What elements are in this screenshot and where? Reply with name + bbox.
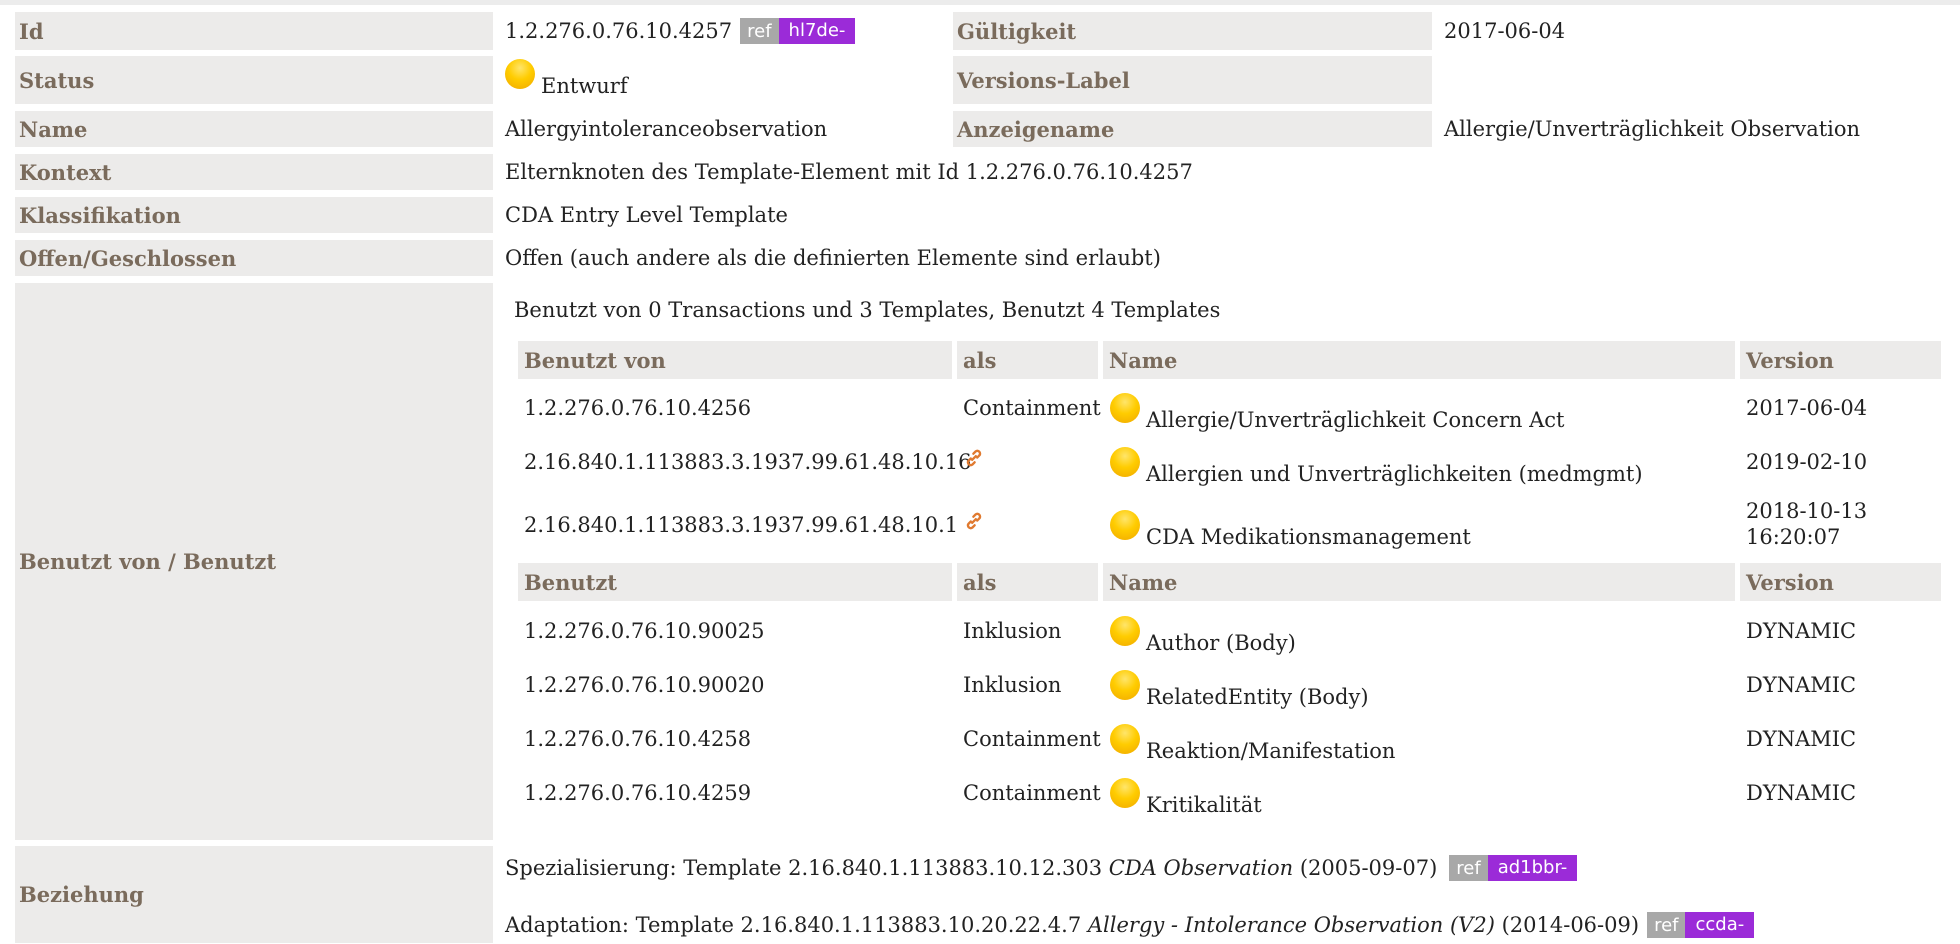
- used-by-id[interactable]: 2.16.840.1.113883.3.1937.99.61.48.10.16: [524, 442, 972, 482]
- used-by-as: Containment: [963, 396, 1101, 420]
- uses-version: DYNAMIC: [1746, 619, 1857, 643]
- header-benutzt: Benutzt: [518, 563, 952, 601]
- used-by-version: 2019-02-10: [1746, 450, 1868, 474]
- anzeigename-value: Allergie/Unverträglichkeit Observation: [1444, 117, 1861, 141]
- prefix-badge[interactable]: ad1bbr-: [1487, 855, 1578, 881]
- yellow-draft-ball-icon: [1110, 778, 1140, 808]
- yellow-draft-ball-icon: [1110, 724, 1140, 754]
- uses-version: DYNAMIC: [1746, 727, 1857, 751]
- relation-specialization: Spezialisierung: Template 2.16.840.1.113…: [505, 849, 1578, 887]
- status-label: Status: [15, 56, 493, 104]
- gueltigkeit-label: Gültigkeit: [953, 12, 1432, 50]
- offen-label: Offen/Geschlossen: [15, 240, 493, 276]
- ref-badge[interactable]: ref: [740, 18, 779, 44]
- uses-version: DYNAMIC: [1746, 781, 1857, 805]
- relation-date: (2014-06-09): [1501, 913, 1640, 937]
- used-by-name-cell[interactable]: CDA Medikationsmanagement: [1110, 505, 1471, 557]
- header-als: als: [957, 341, 1098, 379]
- header-version: Version: [1740, 341, 1941, 379]
- uses-id[interactable]: 1.2.276.0.76.10.4258: [524, 719, 751, 759]
- yellow-draft-ball-icon: [1110, 393, 1140, 423]
- top-border: [0, 0, 1960, 5]
- relation-title[interactable]: Allergy - Intolerance Observation (V2): [1088, 913, 1495, 937]
- uses-as: Inklusion: [963, 619, 1062, 643]
- gueltigkeit-value: 2017-06-04: [1444, 19, 1566, 43]
- uses-name-cell[interactable]: Kritikalität: [1110, 773, 1262, 825]
- id-value: 1.2.276.0.76.10.4257: [505, 19, 733, 43]
- used-by-id[interactable]: 2.16.840.1.113883.3.1937.99.61.48.10.1: [524, 505, 958, 545]
- ref-badge[interactable]: ref: [1647, 912, 1686, 938]
- header-name: Name: [1103, 563, 1735, 601]
- id-label: Id: [15, 12, 493, 50]
- uses-id[interactable]: 1.2.276.0.76.10.90020: [524, 665, 764, 705]
- used-by-version: 2018-10-13: [1746, 499, 1868, 523]
- anzeigename-label: Anzeigename: [953, 111, 1432, 147]
- klassifikation-value: CDA Entry Level Template: [505, 203, 788, 227]
- header-benutzt-von: Benutzt von: [518, 341, 952, 379]
- uses-as: Containment: [963, 727, 1101, 751]
- yellow-draft-ball-icon: [1110, 670, 1140, 700]
- chain-link-icon[interactable]: [963, 438, 985, 478]
- name-label: Name: [15, 111, 493, 147]
- prefix-badge[interactable]: ccda-: [1685, 912, 1755, 938]
- used-by-name: CDA Medikationsmanagement: [1146, 525, 1471, 549]
- klassifikation-label: Klassifikation: [15, 197, 493, 233]
- status-value: Entwurf: [541, 74, 628, 98]
- id-value-cell: 1.2.276.0.76.10.4257 ref hl7de-: [505, 12, 856, 50]
- template-detail-page: Id 1.2.276.0.76.10.4257 ref hl7de- Gültig…: [0, 0, 1960, 943]
- chain-link-icon[interactable]: [963, 501, 985, 541]
- yellow-draft-ball-icon: [1110, 510, 1140, 540]
- uses-name: RelatedEntity (Body): [1146, 685, 1369, 709]
- chain-link-icon-svg: [966, 449, 982, 467]
- uses-name: Reaktion/Manifestation: [1146, 739, 1396, 763]
- uses-name: Kritikalität: [1146, 793, 1262, 817]
- used-by-name-cell[interactable]: Allergie/Unverträglichkeit Concern Act: [1110, 388, 1564, 440]
- beziehung-label: Beziehung: [15, 846, 493, 943]
- relation-kind: Spezialisierung: Template 2.16.840.1.113…: [505, 856, 1103, 880]
- versions-label-label: Versions-Label: [953, 56, 1432, 104]
- uses-id[interactable]: 1.2.276.0.76.10.90025: [524, 611, 764, 651]
- kontext-value: Elternknoten des Template-Element mit Id…: [505, 160, 1193, 184]
- uses-as: Containment: [963, 781, 1101, 805]
- yellow-draft-ball-icon: [505, 59, 535, 89]
- uses-name: Author (Body): [1146, 631, 1296, 655]
- name-value: Allergyintoleranceobservation: [505, 117, 828, 141]
- ref-badge[interactable]: ref: [1449, 855, 1488, 881]
- relation-adaptation: Adaptation: Template 2.16.840.1.113883.1…: [505, 906, 1755, 944]
- kontext-label: Kontext: [15, 154, 493, 190]
- header-name: Name: [1103, 341, 1735, 379]
- header-version: Version: [1740, 563, 1941, 601]
- benutzt-label: Benutzt von / Benutzt: [15, 283, 493, 840]
- yellow-draft-ball-icon: [1110, 616, 1140, 646]
- relation-date: (2005-09-07): [1299, 856, 1438, 880]
- status-value-cell: Entwurf: [505, 56, 628, 104]
- usage-summary: Benutzt von 0 Transactions und 3 Templat…: [514, 298, 1221, 322]
- yellow-draft-ball-icon: [1110, 447, 1140, 477]
- used-by-version-time: 16:20:07: [1746, 525, 1841, 549]
- relation-title[interactable]: CDA Observation: [1109, 856, 1293, 880]
- uses-id[interactable]: 1.2.276.0.76.10.4259: [524, 773, 751, 813]
- used-by-id[interactable]: 1.2.276.0.76.10.4256: [524, 388, 751, 428]
- used-by-name: Allergien und Unverträglichkeiten (medmg…: [1146, 462, 1643, 486]
- relation-kind: Adaptation: Template 2.16.840.1.113883.1…: [505, 913, 1082, 937]
- uses-name-cell[interactable]: RelatedEntity (Body): [1110, 665, 1369, 717]
- uses-version: DYNAMIC: [1746, 673, 1857, 697]
- chain-link-icon-svg: [966, 512, 982, 530]
- uses-name-cell[interactable]: Reaktion/Manifestation: [1110, 719, 1395, 771]
- uses-name-cell[interactable]: Author (Body): [1110, 611, 1296, 663]
- prefix-badge[interactable]: hl7de-: [778, 18, 856, 44]
- used-by-version-cell: 2018-10-13 16:20:07: [1746, 498, 1867, 550]
- used-by-name-cell[interactable]: Allergien und Unverträglichkeiten (medmg…: [1110, 442, 1643, 494]
- header-als: als: [957, 563, 1098, 601]
- used-by-name: Allergie/Unverträglichkeit Concern Act: [1146, 408, 1565, 432]
- used-by-version: 2017-06-04: [1746, 396, 1868, 420]
- offen-value: Offen (auch andere als die definierten E…: [505, 246, 1161, 270]
- uses-as: Inklusion: [963, 673, 1062, 697]
